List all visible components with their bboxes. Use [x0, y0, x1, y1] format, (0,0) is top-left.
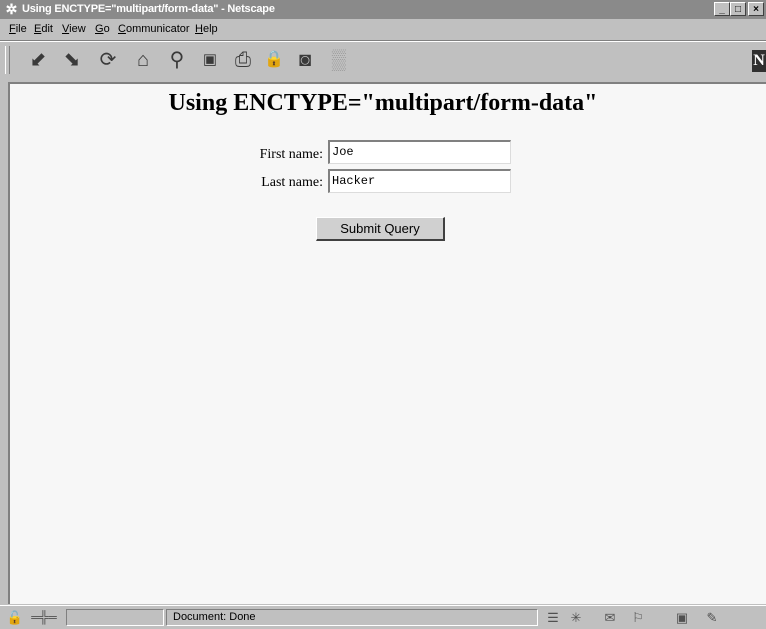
status-text: Document: Done — [166, 609, 538, 626]
menu-bar: File Edit View Go Communicator Help — [0, 20, 766, 39]
navigator-component-icon[interactable]: ☰ — [544, 609, 562, 626]
menu-view[interactable]: View — [62, 20, 86, 39]
status-bar: 🔓 ═╬═ Document: Done ☰ ✳ ✉ ⚐ ▣ ✎ — [0, 605, 766, 629]
menu-edit[interactable]: Edit — [34, 20, 53, 39]
progress-bar — [66, 609, 164, 626]
page-content: Using ENCTYPE="multipart/form-data" Firs… — [8, 82, 766, 604]
submit-query-button[interactable]: Submit Query — [316, 217, 445, 241]
security-lock-icon[interactable]: 🔓 — [6, 609, 24, 626]
menu-file[interactable]: File — [9, 20, 27, 39]
menu-view-rest: iew — [69, 23, 86, 35]
menu-go-rest: o — [103, 23, 110, 35]
home-icon[interactable]: ⌂ — [129, 47, 157, 73]
stop-icon[interactable]: ▒ — [325, 47, 353, 73]
mail-component-icon[interactable]: ✳ — [564, 609, 588, 626]
first-name-label: First name: — [259, 147, 323, 162]
menu-communicator-key: C — [118, 23, 126, 35]
browser-window: ✲ Using ENCTYPE="multipart/form-data" - … — [0, 0, 766, 629]
title-bar: ✲ Using ENCTYPE="multipart/form-data" - … — [0, 0, 766, 19]
menu-file-key: F — [9, 23, 16, 35]
menu-communicator-rest: ommunicator — [125, 23, 190, 35]
netscape-icon: ✲ — [5, 1, 18, 17]
edit-component-icon[interactable]: ✎ — [700, 609, 724, 626]
menu-go[interactable]: Go — [95, 20, 110, 39]
address-book-icon[interactable]: ▣ — [672, 609, 692, 626]
menu-help-key: H — [195, 23, 203, 35]
security-icon[interactable]: 🔒 — [260, 47, 288, 73]
discussions-component-icon[interactable]: ✉ — [598, 609, 622, 626]
forward-icon[interactable]: ⬊ — [58, 47, 86, 73]
search-icon[interactable]: ⚲ — [163, 47, 191, 73]
netscape-logo-icon: N — [752, 50, 766, 72]
connection-icon: ═╬═ — [31, 610, 57, 624]
menu-go-key: G — [95, 23, 104, 35]
last-name-input[interactable]: Hacker — [328, 169, 511, 193]
close-button[interactable]: × — [748, 2, 764, 16]
reload-icon[interactable]: ⟳ — [94, 47, 122, 73]
maximize-button[interactable]: □ — [730, 2, 746, 16]
menu-edit-rest: dit — [41, 23, 53, 35]
menu-separator — [0, 40, 766, 42]
back-icon[interactable]: ⬋ — [24, 47, 52, 73]
print-icon[interactable]: ⎙ — [229, 47, 257, 73]
last-name-label: Last name: — [261, 175, 323, 190]
menu-help-rest: elp — [202, 23, 218, 35]
first-name-input[interactable]: Joe — [328, 140, 511, 164]
toolbar-grip[interactable] — [5, 46, 10, 74]
menu-file-rest: ile — [15, 23, 27, 35]
menu-communicator[interactable]: Communicator — [118, 20, 190, 39]
minimize-button[interactable]: _ — [714, 2, 730, 16]
navigation-toolbar: ⬋ ⬊ ⟳ ⌂ ⚲ ▣ ⎙ 🔒 ◙ ▒ N — [0, 43, 766, 79]
page-heading: Using ENCTYPE="multipart/form-data" — [168, 90, 598, 116]
my-netscape-icon[interactable]: ▣ — [196, 47, 224, 73]
menu-help[interactable]: Help — [195, 20, 218, 39]
composer-component-icon[interactable]: ⚐ — [626, 609, 650, 626]
shop-icon[interactable]: ◙ — [291, 47, 319, 73]
window-title: Using ENCTYPE="multipart/form-data" - Ne… — [22, 3, 275, 15]
